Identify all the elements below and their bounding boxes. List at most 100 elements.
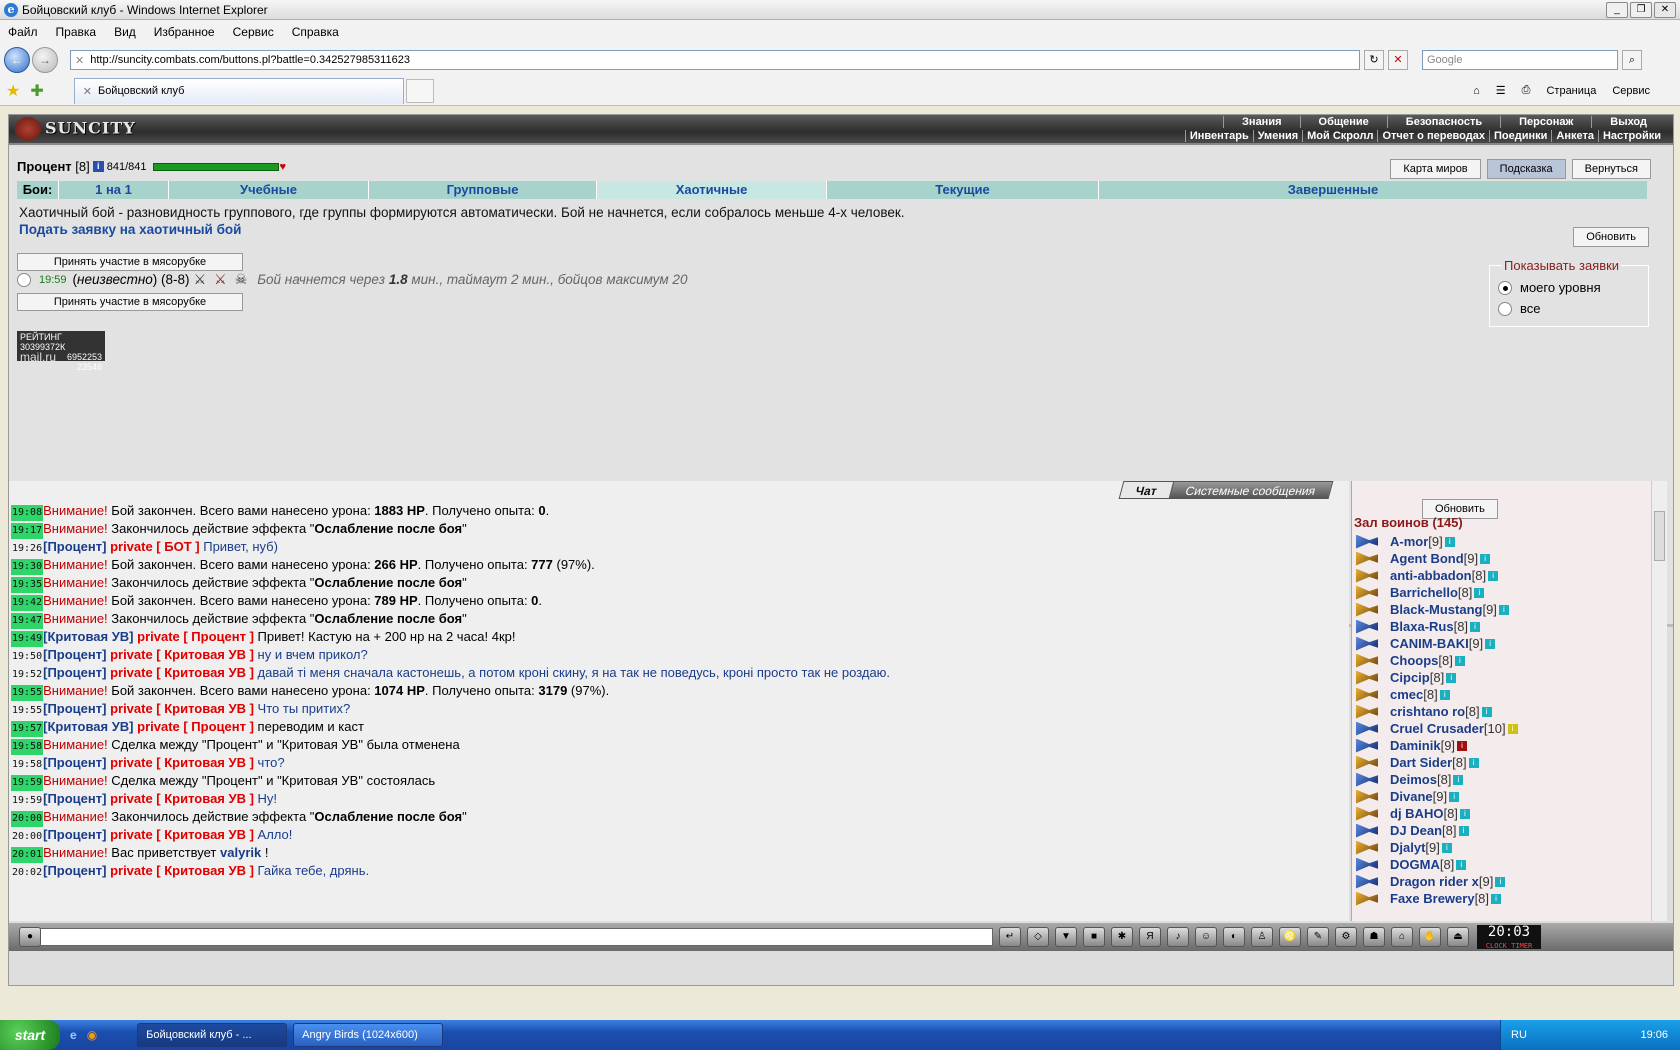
- chat-private[interactable]: private [ Критовая УВ ]: [110, 755, 254, 770]
- nav-exit[interactable]: Выход: [1591, 116, 1665, 128]
- search-input[interactable]: Google: [1422, 50, 1618, 70]
- chat-time[interactable]: 19:17: [11, 523, 44, 539]
- player-info-icon[interactable]: i: [1488, 570, 1499, 581]
- taskbar-item-angrybirds[interactable]: Angry Birds (1024x600): [293, 1023, 444, 1047]
- translit-icon[interactable]: Я: [1139, 927, 1161, 947]
- player-name[interactable]: Cruel Crusader: [1390, 721, 1484, 736]
- taskbar-item-combats[interactable]: Бойцовский клуб - ...: [137, 1023, 288, 1047]
- chat-private[interactable]: private [ БОТ ]: [110, 539, 200, 554]
- player-info-icon[interactable]: i: [1446, 672, 1457, 683]
- chat-private[interactable]: private [ Критовая УВ ]: [110, 701, 254, 716]
- player-name[interactable]: Agent Bond: [1390, 551, 1464, 566]
- chat-time[interactable]: 19:26: [11, 541, 43, 557]
- potion-icon[interactable]: ♙: [1251, 927, 1273, 947]
- player-row[interactable]: Cipcip [8] i: [1356, 669, 1518, 686]
- player-info-icon[interactable]: i: [1468, 757, 1479, 768]
- chat-time[interactable]: 19:49: [11, 631, 44, 647]
- submit-request-link[interactable]: Подать заявку на хаотичный бой: [19, 222, 905, 237]
- nav-inventory[interactable]: Инвентарь: [1184, 130, 1253, 142]
- player-info-icon[interactable]: i: [1481, 706, 1492, 717]
- eraser-icon[interactable]: ◇: [1027, 927, 1049, 947]
- chat-input[interactable]: [39, 928, 993, 946]
- chat-private[interactable]: private [ Процент ]: [137, 629, 254, 644]
- chat-time[interactable]: 19:52: [11, 667, 43, 683]
- player-row[interactable]: Faxe Brewery [8] i: [1356, 890, 1518, 907]
- player-row[interactable]: Blaxa-Rus [8] i: [1356, 618, 1518, 635]
- player-info-icon[interactable]: i: [1495, 876, 1506, 887]
- home-icon[interactable]: ⌂: [1473, 85, 1480, 97]
- chat-nick[interactable]: [Критовая УВ]: [43, 719, 133, 734]
- mask-icon[interactable]: ☗: [1363, 927, 1385, 947]
- player-info-icon[interactable]: i: [1456, 859, 1467, 870]
- chat-private[interactable]: private [ Критовая УВ ]: [110, 791, 254, 806]
- player-private-icon[interactable]: [1356, 857, 1378, 872]
- player-info-icon[interactable]: i: [1498, 604, 1509, 615]
- chat-private[interactable]: private [ Критовая УВ ]: [110, 827, 254, 842]
- tab-system-messages[interactable]: Системные сообщения: [1169, 481, 1334, 499]
- player-name[interactable]: Dragon rider x: [1390, 874, 1479, 889]
- player-name[interactable]: Black-Mustang: [1390, 602, 1482, 617]
- player-row[interactable]: dj BAHO [8] i: [1356, 805, 1518, 822]
- radio-all[interactable]: [1498, 301, 1512, 316]
- helmet-icon[interactable]: ◐: [1223, 927, 1245, 947]
- player-name[interactable]: Cipcip: [1390, 670, 1430, 685]
- page-menu[interactable]: Страница: [1546, 85, 1596, 97]
- tab-chat[interactable]: Чат: [1118, 481, 1174, 499]
- service-menu[interactable]: Сервис: [1612, 85, 1650, 97]
- player-row[interactable]: Deimos [8] i: [1356, 771, 1518, 788]
- info-icon[interactable]: i: [92, 161, 104, 172]
- player-private-icon[interactable]: [1356, 738, 1378, 753]
- player-private-icon[interactable]: [1356, 636, 1378, 651]
- back-button[interactable]: ←: [4, 47, 30, 73]
- chat-time[interactable]: 19:57: [11, 721, 44, 737]
- player-row[interactable]: Dragon rider x [9] i: [1356, 873, 1518, 890]
- tab-finished[interactable]: Завершенные: [1099, 181, 1567, 199]
- player-private-icon[interactable]: [1356, 534, 1378, 549]
- player-name[interactable]: Daminik: [1390, 738, 1441, 753]
- player-private-icon[interactable]: [1356, 619, 1378, 634]
- chat-nick[interactable]: [Процент]: [43, 755, 106, 770]
- player-name[interactable]: Djalyt: [1390, 840, 1425, 855]
- chat-time[interactable]: 19:30: [11, 559, 44, 575]
- player-info-icon[interactable]: i: [1507, 723, 1518, 734]
- player-private-icon[interactable]: [1356, 704, 1378, 719]
- player-name[interactable]: CANIM-BAKI: [1390, 636, 1469, 651]
- player-private-icon[interactable]: [1356, 551, 1378, 566]
- feeds-icon[interactable]: ☰: [1496, 84, 1506, 97]
- refresh-icon[interactable]: ↻: [1364, 50, 1384, 70]
- player-info-icon[interactable]: i: [1458, 825, 1469, 836]
- search-icon[interactable]: ⌕: [1622, 50, 1642, 70]
- add-favorites-icon[interactable]: ✚: [30, 81, 43, 101]
- player-name[interactable]: anti-abbadon: [1390, 568, 1472, 583]
- sound-icon[interactable]: ♪: [1167, 927, 1189, 947]
- player-row[interactable]: Daminik [9] i: [1356, 737, 1518, 754]
- player-info-icon[interactable]: i: [1444, 536, 1455, 547]
- player-private-icon[interactable]: [1356, 789, 1378, 804]
- player-private-icon[interactable]: [1356, 670, 1378, 685]
- join-button-top[interactable]: Принять участие в мясорубке: [17, 253, 243, 271]
- chat-nick[interactable]: [Процент]: [43, 539, 106, 554]
- chat-time[interactable]: 19:59: [11, 775, 44, 791]
- nav-settings[interactable]: Настройки: [1597, 130, 1665, 142]
- player-private-icon[interactable]: [1356, 840, 1378, 855]
- scrollbar[interactable]: [1651, 481, 1667, 921]
- nav-fights[interactable]: Поединки: [1488, 130, 1551, 142]
- chat-time[interactable]: 19:58: [11, 739, 44, 755]
- tab-current[interactable]: Текущие: [827, 181, 1099, 199]
- player-row[interactable]: DJ Dean [8] i: [1356, 822, 1518, 839]
- player-row[interactable]: cmec [8] i: [1356, 686, 1518, 703]
- player-name[interactable]: Barrichello: [1390, 585, 1458, 600]
- ie-quicklaunch-icon[interactable]: e: [70, 1028, 77, 1042]
- player-name[interactable]: dj BAHO: [1390, 806, 1443, 821]
- chat-time[interactable]: 19:58: [11, 757, 43, 773]
- menu-favorites[interactable]: Избранное: [154, 25, 215, 39]
- player-row[interactable]: Choops [8] i: [1356, 652, 1518, 669]
- join-button-bottom[interactable]: Принять участие в мясорубке: [17, 293, 243, 311]
- chat-time[interactable]: 19:08: [11, 505, 44, 521]
- nav-scroll[interactable]: Мой Скролл: [1302, 130, 1377, 142]
- nav-security[interactable]: Безопасность: [1386, 116, 1500, 128]
- firefox-quicklaunch-icon[interactable]: ◉: [87, 1028, 97, 1042]
- player-private-icon[interactable]: [1356, 823, 1378, 838]
- chat-time[interactable]: 20:00: [11, 811, 44, 827]
- save-icon[interactable]: ■: [1083, 927, 1105, 947]
